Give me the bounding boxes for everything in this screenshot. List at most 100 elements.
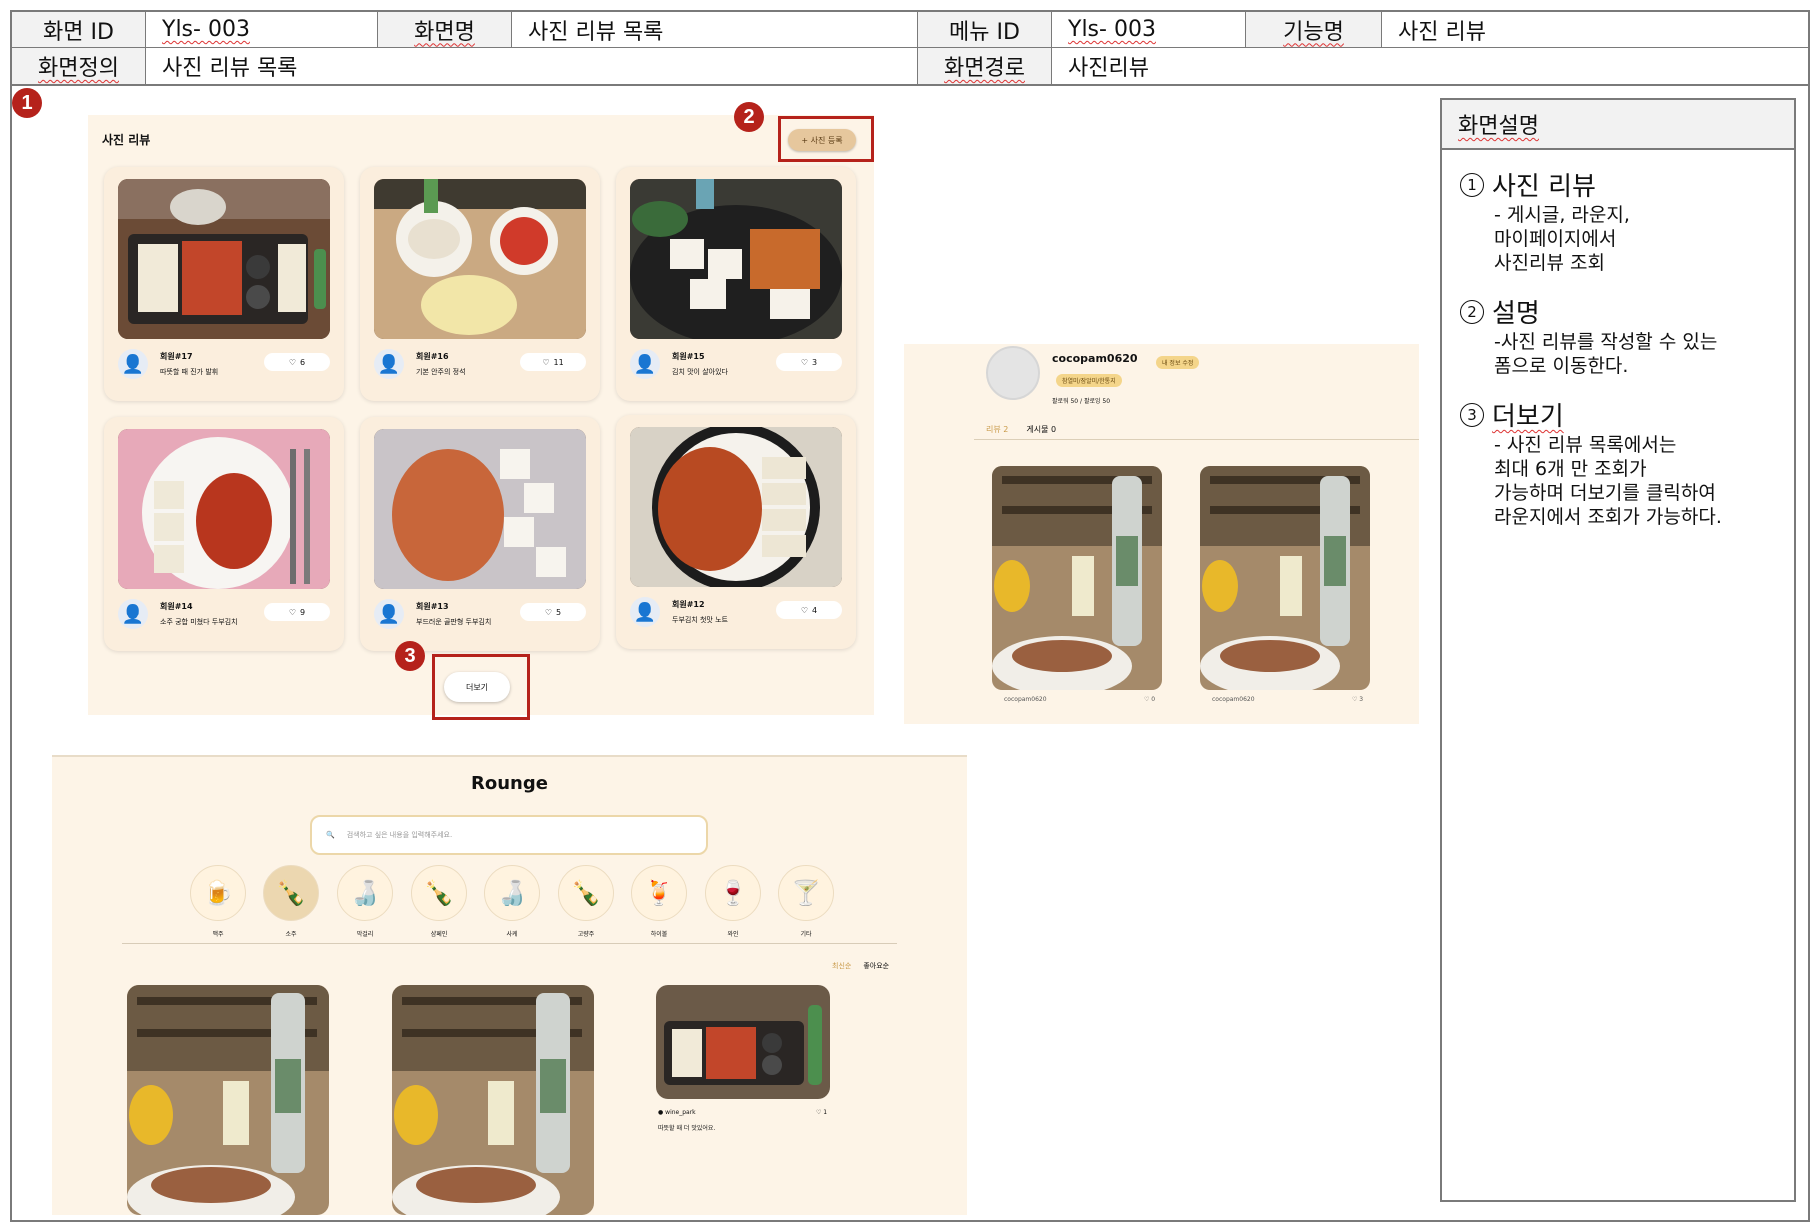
screen-id-label: 화면 ID [12, 12, 146, 47]
definition-value: 사진 리뷰 목록 [146, 48, 918, 84]
review-photo [118, 429, 330, 589]
category-goryangju[interactable]: 🍾 고량주 [558, 865, 614, 938]
category-sake[interactable]: 🍶 사케 [484, 865, 540, 938]
description-header: 화면설명 [1442, 100, 1794, 150]
screen-id-text: Yls- 003 [162, 17, 250, 42]
description-item-title: 3 더보기 [1460, 396, 1794, 433]
path-label-text: 화면경로 [944, 56, 1025, 81]
heart-icon: ♡ [542, 357, 550, 367]
like-button[interactable]: ♡ 3 [776, 353, 842, 371]
divider [122, 943, 897, 944]
like-count: 4 [812, 605, 818, 615]
post-user: cocopam0620 [1004, 696, 1047, 703]
category-wine[interactable]: 🍷 와인 [705, 865, 761, 938]
search-input[interactable]: 🔍 검색하고 싶은 내용을 입력해주세요. [310, 815, 708, 855]
definition-label-text: 화면정의 [38, 56, 119, 81]
description-line: 최대 6개 만 조회가 [1494, 458, 1647, 480]
category-highball[interactable]: 🍹 하이볼 [631, 865, 687, 938]
food-photo-kimchi-tofu-round [630, 427, 842, 587]
lounge-post-photo[interactable] [656, 985, 830, 1099]
lounge-post-photo[interactable] [127, 985, 329, 1215]
heart-icon: ♡ [544, 607, 553, 617]
review-card[interactable]: 👤 회원#16 기본 안주의 정석 ♡ 11 [360, 167, 600, 401]
divider [974, 439, 1419, 440]
review-card[interactable]: 👤 회원#13 부드러운 골판형 두부김치 ♡ 5 [360, 417, 600, 651]
tab-reviews[interactable]: 리뷰 2 [986, 424, 1008, 435]
photo-kimchi-tofu-platter [656, 985, 830, 1099]
photo-wine-sandwich [392, 985, 594, 1215]
review-card[interactable]: 👤 회원#14 소주 궁합 미쳤다 두부김치 ♡ 9 [104, 417, 344, 651]
like-count: 11 [553, 357, 564, 367]
description-line: 라운지에서 조회가 가능하다. [1494, 506, 1722, 528]
description-item-1: 1 사진 리뷰 - 게시글, 라운지, 마이페이지에서 사진리뷰 조회 [1460, 166, 1794, 275]
description-body: 1 사진 리뷰 - 게시글, 라운지, 마이페이지에서 사진리뷰 조회 2 설명 -… [1442, 150, 1794, 529]
description-line: 폼으로 이동한다. [1494, 355, 1629, 377]
description-title: 화면설명 [1458, 114, 1539, 139]
description-line: 가능하며 더보기를 클릭하여 [1494, 482, 1716, 504]
header-row-2: 화면정의 사진 리뷰 목록 화면경로 사진리뷰 [12, 48, 1808, 84]
screen-name-value: 사진 리뷰 목록 [512, 12, 918, 47]
edit-profile-tag[interactable]: 내 정보 수정 [1156, 356, 1200, 369]
category-makgeolli[interactable]: 🍶 막걸리 [337, 865, 393, 938]
like-button[interactable]: ♡ 9 [264, 603, 330, 621]
category-etc[interactable]: 🍸 기타 [778, 865, 834, 938]
review-list-title: 사진 리뷰 [102, 133, 151, 147]
review-card[interactable]: 👤 회원#17 따뜻할 때 진가 발휘 ♡ 6 [104, 167, 344, 401]
like-button[interactable]: ♡ 11 [520, 353, 586, 371]
category-champagne[interactable]: 🍾 샴페인 [411, 865, 467, 938]
review-text: 부드러운 골판형 두부김치 [416, 618, 492, 626]
sake-icon: 🍶 [484, 865, 540, 921]
sort-likes[interactable]: 좋아요순 [863, 961, 889, 971]
like-count: 3 [812, 357, 818, 367]
path-value: 사진리뷰 [1068, 56, 1149, 81]
review-photo [118, 179, 330, 339]
user-avatar-icon: 👤 [118, 349, 148, 379]
feature-label-text: 기능명 [1283, 19, 1344, 45]
post-username: wine_park [665, 1109, 696, 1116]
user-avatar-icon: 👤 [630, 349, 660, 379]
review-card[interactable]: 👤 회원#12 두부김치 첫맛 노트 ♡ 4 [616, 415, 856, 649]
like-button[interactable]: ♡ 4 [776, 601, 842, 619]
lounge-post-photo[interactable] [392, 985, 594, 1215]
champagne-icon: 🍾 [411, 865, 467, 921]
definition-label: 화면정의 [12, 48, 146, 84]
post-like-count: ♡ 0 [1144, 696, 1156, 703]
screen-id-value: Yls- 003 [146, 12, 378, 47]
user-avatar-icon: 👤 [374, 349, 404, 379]
user-avatar-icon: 👤 [374, 599, 404, 629]
like-button[interactable]: ♡ 5 [520, 603, 586, 621]
review-text: 두부김치 첫맛 노트 [672, 616, 728, 624]
follow-stats: 팔로워 50 / 팔로잉 50 [1052, 398, 1111, 405]
item-title-text: 사진 리뷰 [1492, 172, 1596, 202]
search-icon: 🔍 [326, 831, 335, 839]
sort-options: 최신순 좋아요순 [832, 961, 889, 971]
feature-value: 사진 리뷰 [1398, 19, 1486, 45]
food-photo-kimchi-tofu-platter [118, 179, 330, 339]
soju-icon: 🍾 [263, 865, 319, 921]
tab-posts[interactable]: 게시물 0 [1026, 424, 1056, 435]
like-button[interactable]: ♡ 6 [264, 353, 330, 371]
heart-icon: ♡ [288, 607, 297, 617]
path-label: 화면경로 [918, 48, 1052, 84]
post-user: ● wine_park [658, 1109, 696, 1116]
category-label: 샴페인 [430, 931, 448, 938]
category-label: 소주 [285, 931, 297, 938]
category-beer[interactable]: 🍺 맥주 [190, 865, 246, 938]
category-label: 기타 [800, 931, 812, 938]
reviewer-name: 회원#13 [416, 602, 449, 611]
annotation-box-more [432, 654, 530, 720]
heart-icon: ♡ [288, 357, 297, 367]
category-soju[interactable]: 🍾 소주 [263, 865, 319, 938]
header-row-1: 화면 ID Yls- 003 화면명 사진 리뷰 목록 메뉴 ID Yls- 0… [12, 12, 1808, 48]
like-count: 5 [556, 607, 562, 617]
sort-latest[interactable]: 최신순 [832, 961, 851, 971]
highball-icon: 🍹 [631, 865, 687, 921]
reviewer-name: 회원#15 [672, 352, 705, 361]
mypage-post-photo[interactable] [992, 466, 1162, 690]
photo-wine-sandwich [992, 466, 1162, 690]
review-card[interactable]: 👤 회원#15 김치 맛이 살아있다 ♡ 3 [616, 167, 856, 401]
mypage-post-photo[interactable] [1200, 466, 1370, 690]
food-photo-tofu-kimchi-plate [118, 429, 330, 589]
post-text: 따뜻할 때 더 맛있어요. [658, 1125, 716, 1132]
category-label: 막걸리 [356, 931, 374, 938]
